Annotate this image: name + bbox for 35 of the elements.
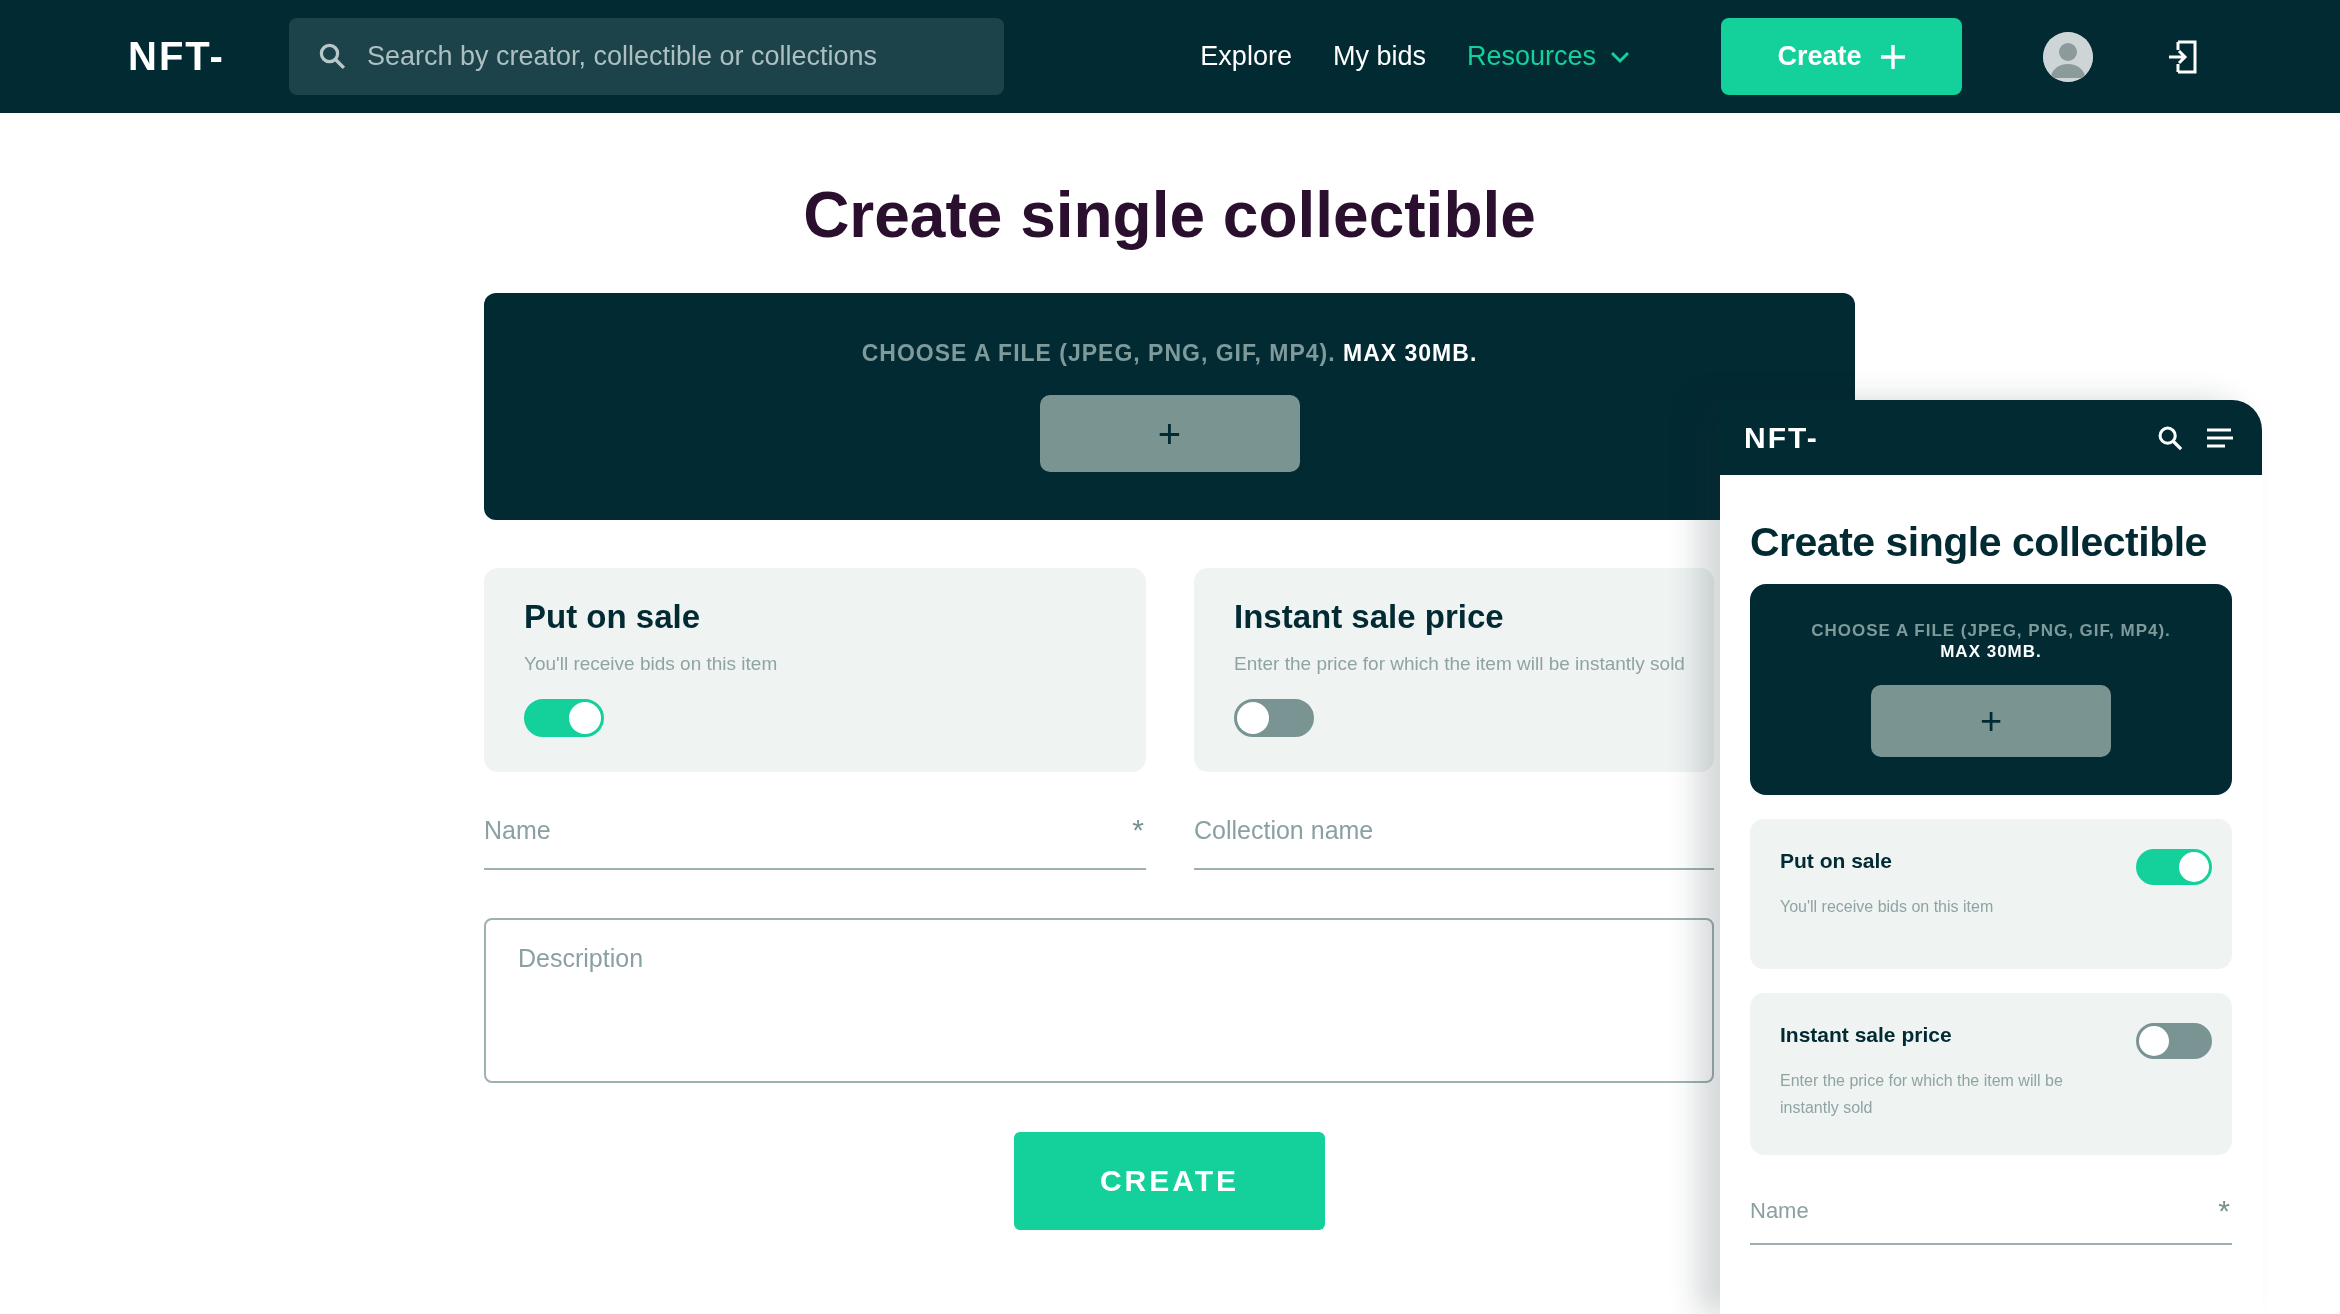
option-title: Instant sale price xyxy=(1780,1022,1953,1047)
page-title: Create single collectible xyxy=(802,179,1537,253)
option-title: Instant sale price xyxy=(1234,598,1505,637)
required-mark: * xyxy=(2218,1193,2231,1228)
logo[interactable]: NFT- xyxy=(128,34,225,79)
upload-hint: CHOOSE A FILE (JPEG, PNG, GIF, MP4). MAX 30MB. xyxy=(861,338,1478,368)
add-file-button[interactable]: + xyxy=(1039,395,1300,473)
description-field[interactable]: Description xyxy=(484,918,1714,1084)
toggle-switch[interactable] xyxy=(524,698,604,737)
menu-icon[interactable] xyxy=(2206,426,2234,449)
page-title: Create single collectible xyxy=(1750,519,2208,566)
option-description: Enter the price for which the item will be instantly sold xyxy=(1780,1070,2064,1118)
nav-link[interactable]: My bids xyxy=(1332,41,1426,72)
option-title: Put on sale xyxy=(1780,848,1894,873)
required-mark: * xyxy=(1132,813,1145,848)
upload-hint: CHOOSE A FILE (JPEG, PNG, GIF, MP4). MAX 30MB. xyxy=(1810,620,2172,663)
logout-icon[interactable] xyxy=(2168,39,2198,74)
option-title: Put on sale xyxy=(524,598,702,637)
toggle-switch[interactable] xyxy=(2136,848,2212,885)
logo[interactable]: NFT- xyxy=(1744,420,1819,455)
search-field[interactable]: Search by creator, collectible or collections xyxy=(288,18,1004,95)
chevron-down-icon xyxy=(1610,49,1630,64)
option-description: You'll receive bids on this item xyxy=(524,652,779,677)
toggle-switch[interactable] xyxy=(1234,698,1314,737)
option-description: Enter the price for which the item will be instantly sold xyxy=(1234,652,1686,677)
avatar[interactable] xyxy=(2043,31,2093,82)
toggle-switch[interactable] xyxy=(2136,1022,2212,1059)
plus-icon xyxy=(1879,43,1906,70)
text-field[interactable]: Name xyxy=(484,815,1133,845)
nav-link[interactable]: Resources xyxy=(1466,41,1630,72)
option-description: You'll receive bids on this item xyxy=(1780,896,1995,917)
nav-link[interactable]: Explore xyxy=(1200,41,1292,72)
text-field[interactable]: Collection name xyxy=(1194,815,1714,845)
text-field[interactable]: Name xyxy=(1750,1197,2219,1224)
add-file-button[interactable]: + xyxy=(1871,684,2111,757)
